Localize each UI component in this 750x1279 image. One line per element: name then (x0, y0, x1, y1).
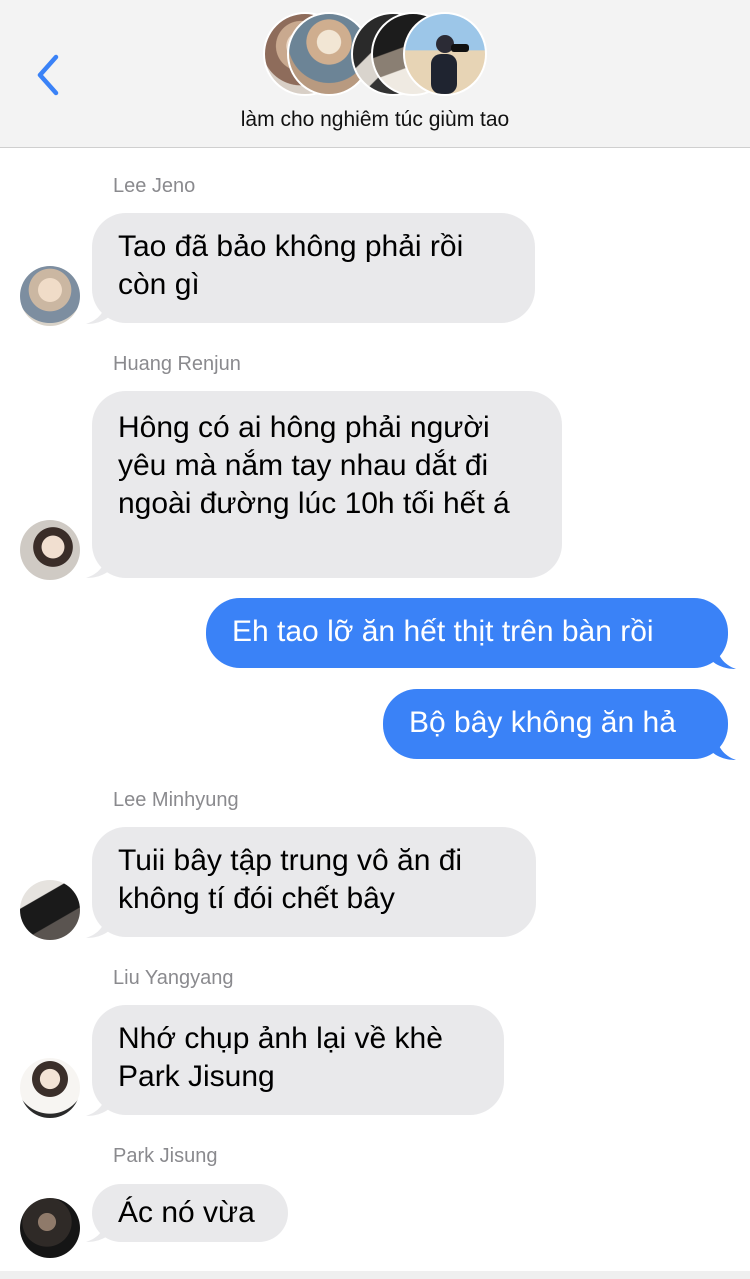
avatar[interactable] (20, 1058, 80, 1118)
bottom-bar (0, 1271, 750, 1279)
message-bubble[interactable]: Tuii bây tập trung vô ăn đi không tí đói… (92, 827, 536, 937)
message-bubble[interactable]: Bộ bây không ăn hả (383, 689, 728, 759)
avatar[interactable] (20, 520, 80, 580)
message-bubble[interactable]: Nhớ chụp ảnh lại về khè Park Jisung (92, 1005, 504, 1115)
sender-name: Lee Minhyung (113, 789, 239, 811)
message-bubble[interactable]: Eh tao lỡ ăn hết thịt trên bàn rồi (206, 598, 728, 668)
sender-name: Park Jisung (113, 1145, 218, 1167)
conversation-header: làm cho nghiêm túc giùm tao (0, 0, 750, 148)
conversation-title[interactable]: làm cho nghiêm túc giùm tao (0, 108, 750, 132)
message-bubble[interactable]: Tao đã bảo không phải rồi còn gì (92, 213, 535, 323)
avatar[interactable] (20, 880, 80, 940)
group-avatar-5 (403, 12, 487, 96)
message-bubble[interactable]: Hông có ai hông phải người yêu mà nắm ta… (92, 391, 562, 578)
back-button[interactable] (22, 50, 72, 100)
avatar[interactable] (20, 266, 80, 326)
sender-name: Lee Jeno (113, 175, 196, 197)
sender-name: Liu Yangyang (113, 967, 234, 989)
group-avatar-stack[interactable] (263, 12, 489, 96)
chevron-left-icon (37, 54, 59, 96)
message-bubble[interactable]: Ác nó vừa (92, 1184, 288, 1242)
avatar[interactable] (20, 1198, 80, 1258)
sender-name: Huang Renjun (113, 353, 241, 375)
